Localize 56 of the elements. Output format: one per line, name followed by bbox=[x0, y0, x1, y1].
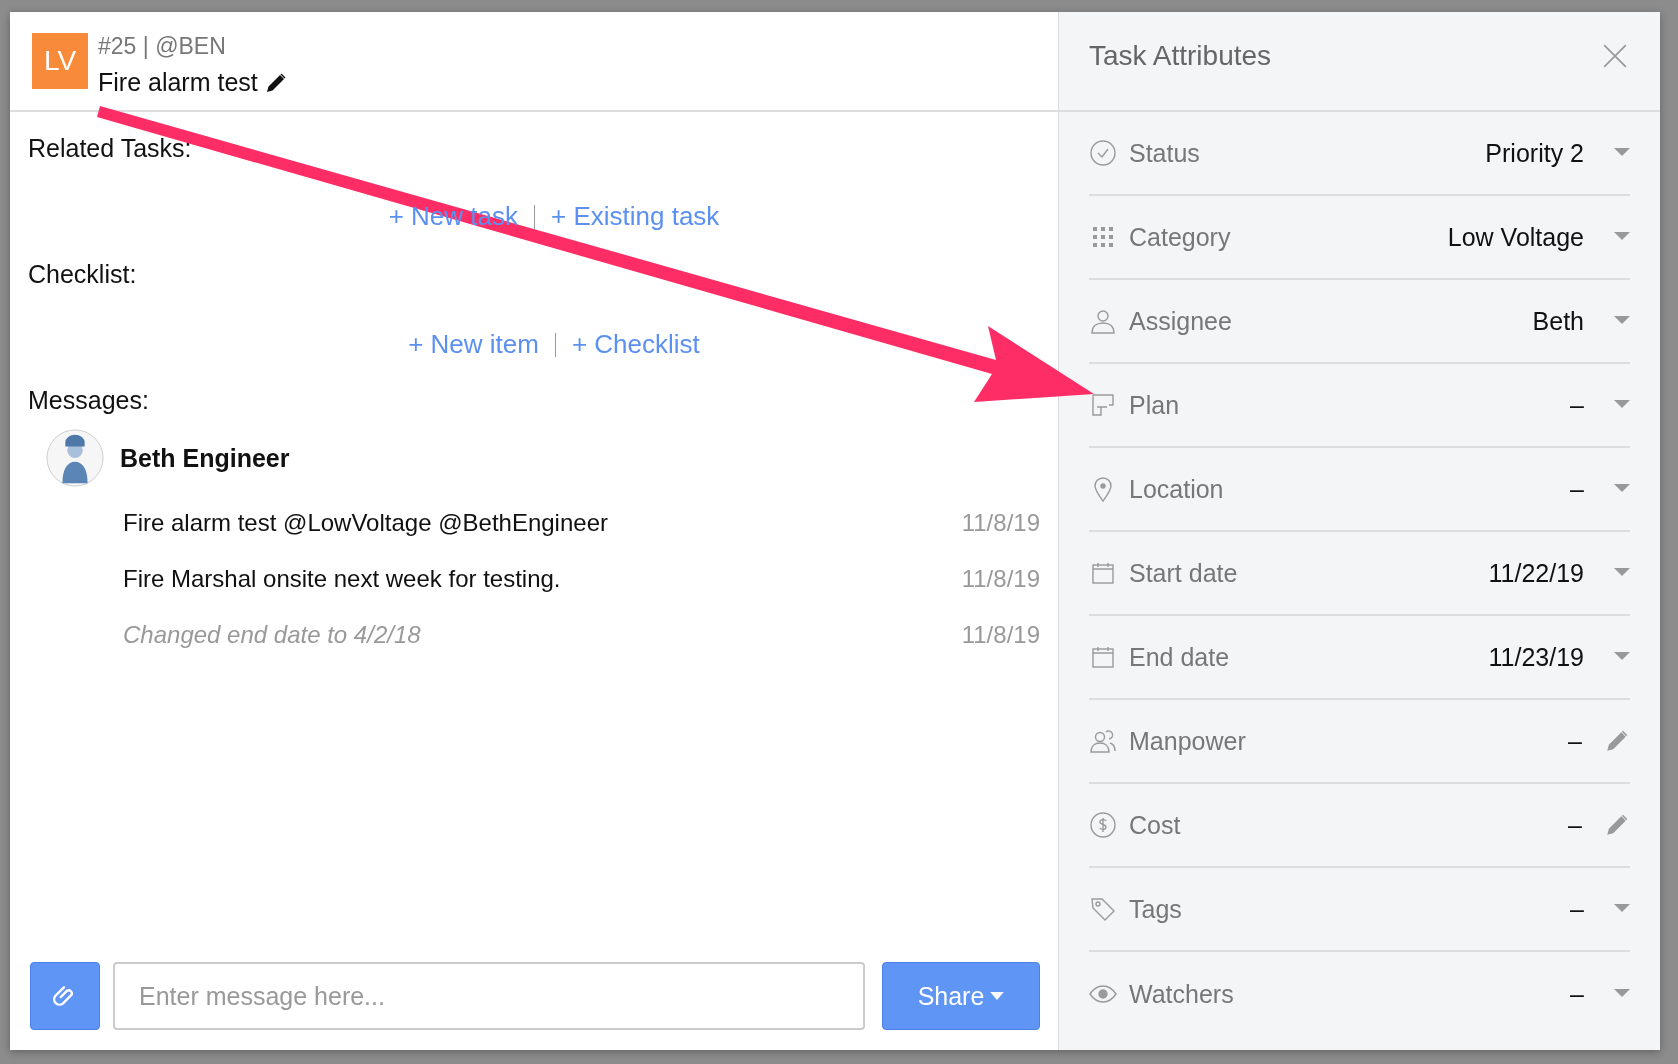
tag-icon bbox=[1089, 895, 1117, 923]
person-icon bbox=[1089, 307, 1117, 335]
attribute-value[interactable]: 11/22/19 bbox=[1488, 558, 1584, 588]
message-input[interactable]: Enter message here... bbox=[113, 962, 865, 1030]
avatar bbox=[46, 429, 104, 487]
attribute-label: Start date bbox=[1129, 558, 1239, 588]
attribute-label: End date bbox=[1129, 642, 1231, 672]
attribute-value[interactable]: – bbox=[1570, 474, 1584, 504]
caret-icon bbox=[990, 991, 1005, 1001]
attribute-label: Assignee bbox=[1129, 306, 1233, 336]
category-badge: LV bbox=[32, 33, 88, 89]
section-label: Checklist: bbox=[28, 260, 137, 289]
dropdown-caret-icon[interactable] bbox=[1614, 904, 1630, 914]
dropdown-caret-icon[interactable] bbox=[1614, 484, 1630, 494]
people-icon bbox=[1089, 727, 1117, 755]
dropdown-caret-icon[interactable] bbox=[1614, 148, 1630, 158]
attribute-label: Status bbox=[1129, 138, 1201, 168]
attribute-value[interactable]: Beth bbox=[1532, 306, 1584, 336]
attribute-value[interactable]: – bbox=[1570, 979, 1584, 1009]
attribute-value[interactable]: – bbox=[1568, 726, 1582, 756]
message-date: 11/8/19 bbox=[961, 565, 1040, 593]
attribute-value[interactable]: – bbox=[1568, 810, 1582, 840]
dropdown-caret-icon[interactable] bbox=[1614, 989, 1630, 999]
attribute-label: Plan bbox=[1129, 390, 1181, 420]
task-meta: #25 | @BEN bbox=[98, 33, 226, 60]
message-date: 11/8/19 bbox=[961, 621, 1040, 649]
status-icon bbox=[1089, 139, 1117, 167]
attribute-label: Category bbox=[1129, 222, 1232, 252]
attribute-label: Manpower bbox=[1129, 726, 1247, 756]
attribute-value[interactable]: Priority 2 bbox=[1485, 138, 1584, 168]
money-icon bbox=[1089, 811, 1117, 839]
message-author: Beth Engineer bbox=[120, 443, 290, 473]
dropdown-caret-icon[interactable] bbox=[1614, 652, 1630, 662]
close-icon[interactable] bbox=[1602, 43, 1628, 69]
task-title: Fire alarm test bbox=[98, 68, 258, 97]
attribute-value[interactable]: 11/23/19 bbox=[1488, 642, 1584, 672]
message-date: 11/8/19 bbox=[961, 509, 1040, 537]
dropdown-caret-icon[interactable] bbox=[1614, 316, 1630, 326]
dropdown-caret-icon[interactable] bbox=[1614, 568, 1630, 578]
message-text: Changed end date to 4/2/18 bbox=[123, 621, 421, 649]
section-label: Related Tasks: bbox=[28, 134, 192, 163]
message-text: Fire alarm test @LowVoltage @BethEngineer bbox=[123, 509, 608, 537]
attribute-value[interactable]: – bbox=[1570, 894, 1584, 924]
plan-icon bbox=[1089, 391, 1117, 419]
attribute-label: Cost bbox=[1129, 810, 1182, 840]
attribute-label: Location bbox=[1129, 474, 1225, 504]
attach-button[interactable] bbox=[30, 962, 100, 1030]
attribute-label: Watchers bbox=[1129, 979, 1235, 1009]
dropdown-caret-icon[interactable] bbox=[1614, 232, 1630, 242]
section-label: Messages: bbox=[28, 386, 149, 415]
attribute-value[interactable]: Low Voltage bbox=[1447, 222, 1584, 252]
panel-title: Task Attributes bbox=[1089, 40, 1272, 72]
attribute-value[interactable]: – bbox=[1570, 390, 1584, 420]
message-text: Fire Marshal onsite next week for testing. bbox=[123, 565, 561, 593]
dropdown-caret-icon[interactable] bbox=[1614, 400, 1630, 410]
attribute-label: Tags bbox=[1129, 894, 1183, 924]
